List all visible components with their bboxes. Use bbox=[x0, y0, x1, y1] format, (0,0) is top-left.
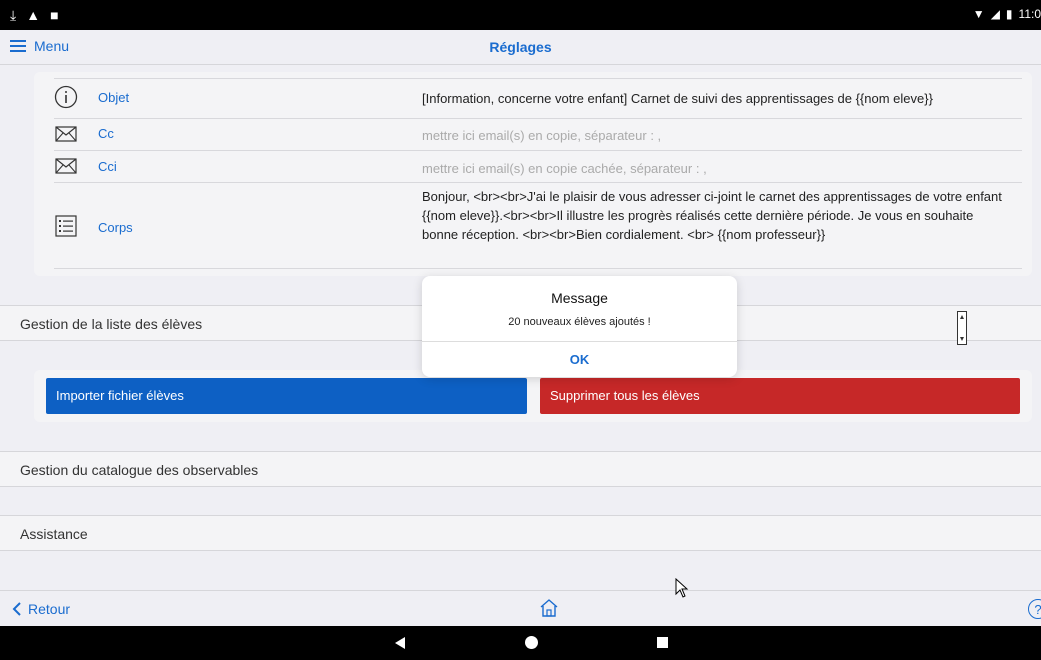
help-icon[interactable]: ? bbox=[1028, 599, 1041, 619]
page-title: Réglages bbox=[489, 39, 552, 55]
android-home-icon[interactable] bbox=[525, 636, 538, 649]
section-eleves-label: Gestion de la liste des élèves bbox=[20, 316, 203, 332]
cc-input[interactable]: mettre ici email(s) en copie, séparateur… bbox=[422, 126, 1012, 145]
android-back-icon[interactable] bbox=[395, 637, 405, 649]
cci-label: Cci bbox=[98, 159, 117, 174]
section-catalogue-label: Gestion du catalogue des observables bbox=[20, 462, 259, 478]
back-label: Retour bbox=[28, 601, 71, 617]
download-icon: ⤓ bbox=[10, 7, 17, 23]
android-nav-bar bbox=[0, 626, 1041, 660]
objet-value[interactable]: [Information, concerne votre enfant] Car… bbox=[422, 89, 1012, 108]
message-dialog: Message 20 nouveaux élèves ajoutés ! OK bbox=[422, 276, 737, 377]
signal-icon: ◢ bbox=[990, 7, 1000, 21]
home-icon[interactable] bbox=[538, 597, 560, 619]
email-settings-card: Objet [Information, concerne votre enfan… bbox=[34, 72, 1032, 276]
status-system: ▼ ◢ ▮ 11:0 bbox=[973, 7, 1041, 21]
dialog-title: Message bbox=[551, 290, 608, 306]
card-top-divider bbox=[54, 78, 1022, 79]
bottom-toolbar: Retour ? bbox=[0, 590, 1041, 627]
cci-row[interactable]: Cci mettre ici email(s) en copie cachée,… bbox=[54, 150, 1022, 183]
cc-label: Cc bbox=[98, 126, 114, 141]
corps-row[interactable]: Corps Bonjour, <br><br>J'ai le plaisir d… bbox=[54, 182, 1022, 269]
cc-row[interactable]: Cc mettre ici email(s) en copie, séparat… bbox=[54, 118, 1022, 151]
import-students-button[interactable]: Importer fichier élèves bbox=[46, 378, 527, 414]
wifi-icon: ▼ bbox=[972, 7, 985, 21]
android-recents-icon[interactable] bbox=[657, 637, 668, 648]
section-assistance-label: Assistance bbox=[20, 526, 88, 542]
mail-icon bbox=[55, 126, 77, 142]
eleves-actions-card: Importer fichier élèves Supprimer tous l… bbox=[34, 370, 1032, 422]
bag-icon: ■ bbox=[50, 7, 59, 23]
nav-header: Menu Réglages bbox=[0, 30, 1041, 65]
section-assistance[interactable]: Assistance bbox=[0, 515, 1041, 551]
delete-all-students-button[interactable]: Supprimer tous les élèves bbox=[540, 378, 1020, 414]
cci-input[interactable]: mettre ici email(s) en copie cachée, sép… bbox=[422, 159, 1012, 178]
back-button[interactable]: Retour bbox=[12, 601, 70, 617]
list-icon bbox=[55, 215, 77, 237]
info-icon bbox=[54, 85, 78, 109]
objet-row[interactable]: Objet [Information, concerne votre enfan… bbox=[54, 80, 1022, 119]
battery-icon: ▮ bbox=[1005, 7, 1013, 21]
mouse-cursor-icon bbox=[675, 578, 689, 598]
dialog-message: 20 nouveaux élèves ajoutés ! bbox=[508, 316, 651, 328]
status-notifications: ⤓ ▲ ■ bbox=[10, 7, 59, 24]
objet-label: Objet bbox=[98, 90, 130, 105]
chevron-left-icon bbox=[12, 602, 21, 616]
drive-icon: ▲ bbox=[26, 7, 41, 23]
status-time: 11:0 bbox=[1018, 7, 1041, 21]
section-catalogue[interactable]: Gestion du catalogue des observables bbox=[0, 451, 1041, 487]
corps-label: Corps bbox=[98, 220, 133, 235]
corps-value[interactable]: Bonjour, <br><br>J'ai le plaisir de vous… bbox=[422, 187, 1012, 244]
status-bar: ⤓ ▲ ■ ▼ ◢ ▮ 11:0 bbox=[0, 0, 1041, 30]
scroll-indicator[interactable] bbox=[957, 311, 967, 345]
mail-icon bbox=[55, 158, 77, 174]
dialog-ok-button[interactable]: OK bbox=[422, 342, 737, 377]
